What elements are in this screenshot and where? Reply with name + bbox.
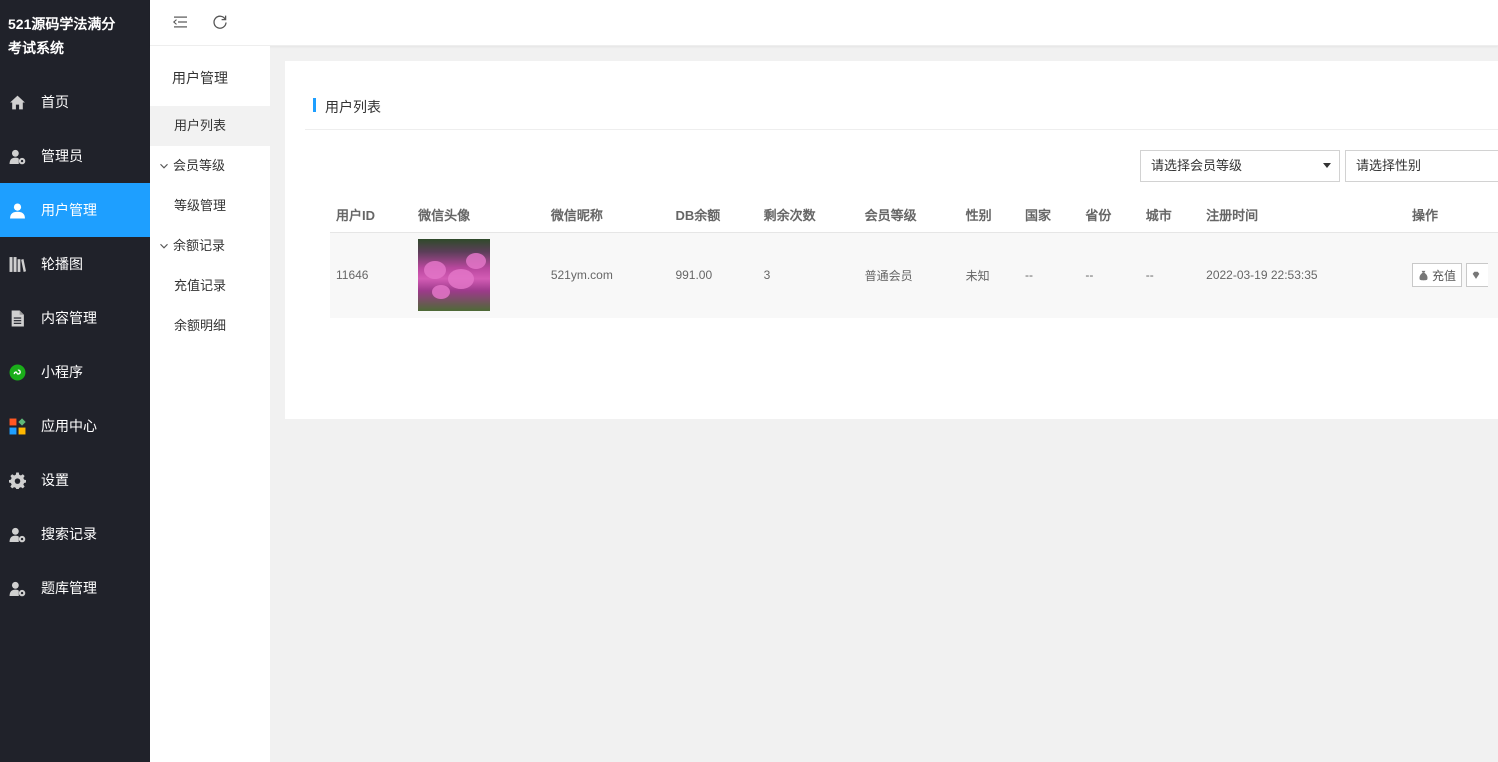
column-header-actions: 操作: [1405, 198, 1498, 233]
card-header: 用户列表: [305, 89, 1498, 130]
app-grid-icon: [8, 417, 26, 435]
avatar: [418, 239, 491, 312]
sidebar-item-app-center[interactable]: 应用中心: [0, 399, 150, 453]
sidebar-item-content[interactable]: 内容管理: [0, 291, 150, 345]
sidebar-item-label: 内容管理: [41, 310, 97, 326]
sidebar-item-label: 搜索记录: [41, 526, 97, 542]
submenu: 用户管理 用户列表 会员等级 等级管理 余额记录 充值记录 余额明细: [150, 46, 270, 762]
cell-level: 普通会员: [858, 232, 960, 318]
user-gear-icon: [8, 147, 26, 165]
chevron-down-icon: [159, 241, 169, 251]
cell-user-id: 11646: [330, 232, 413, 318]
library-icon: [8, 255, 26, 273]
sidebar-item-home[interactable]: 首页: [0, 75, 150, 129]
sidebar-item-label: 首页: [41, 94, 69, 110]
member-level-select[interactable]: 请选择会员等级: [1140, 150, 1340, 182]
user-gear-icon: [8, 525, 26, 543]
recharge-button[interactable]: 充值: [1411, 263, 1462, 288]
submenu-item-level-manage[interactable]: 等级管理: [150, 186, 270, 226]
sidebar-item-question-bank[interactable]: 题库管理: [0, 561, 150, 615]
submenu-item-balance-detail[interactable]: 余额明细: [150, 306, 270, 346]
home-icon: [8, 93, 26, 111]
card-title: 用户列表: [325, 99, 381, 115]
chevron-down-icon: [159, 161, 169, 171]
brand-title: 521源码学法满分 考试系统: [0, 0, 150, 75]
sidebar-item-label: 管理员: [41, 148, 83, 164]
money-bag-icon: [1419, 270, 1428, 281]
sidebar-item-label: 题库管理: [41, 580, 97, 596]
top-header: [150, 0, 1498, 46]
member-level-select-value: 请选择会员等级: [1151, 158, 1243, 173]
column-header-province: 省份: [1079, 198, 1140, 233]
diamond-icon: [1472, 271, 1480, 279]
mini-program-icon: [8, 363, 26, 381]
document-icon: [8, 309, 26, 327]
sidebar-item-label: 应用中心: [41, 418, 97, 434]
column-header-id: 用户ID: [330, 198, 413, 233]
cell-actions: 充值: [1405, 232, 1498, 318]
sidebar-item-users[interactable]: 用户管理: [0, 183, 150, 237]
cell-province: --: [1079, 232, 1140, 318]
brand-line-1: 521源码学法满分: [8, 16, 116, 32]
user-gear-icon: [8, 579, 26, 597]
submenu-group-member-level[interactable]: 会员等级: [150, 146, 270, 186]
cell-city: --: [1139, 232, 1201, 318]
column-header-remaining: 剩余次数: [757, 198, 859, 233]
sidebar-item-carousel[interactable]: 轮播图: [0, 237, 150, 291]
submenu-group-balance[interactable]: 余额记录: [150, 226, 270, 266]
sidebar-item-label: 用户管理: [41, 202, 97, 218]
column-header-balance: DB余额: [669, 198, 758, 233]
table-header-row: 用户ID 微信头像 微信昵称 DB余额 剩余次数 会员等级 性别 国家 省份 城…: [330, 198, 1498, 233]
submenu-group-label: 会员等级: [173, 158, 226, 173]
gear-icon: [8, 471, 26, 489]
column-header-avatar: 微信头像: [412, 198, 545, 233]
column-header-nickname: 微信昵称: [544, 198, 670, 233]
gender-select[interactable]: 请选择性别: [1345, 150, 1498, 182]
sidebar-item-label: 小程序: [41, 364, 83, 380]
title-accent-bar: [313, 98, 316, 112]
cell-country: --: [1018, 232, 1080, 318]
submenu-group-label: 余额记录: [173, 238, 226, 253]
collapse-menu-icon[interactable]: [170, 12, 190, 32]
column-header-level: 会员等级: [858, 198, 960, 233]
user-icon: [8, 201, 26, 219]
column-header-country: 国家: [1018, 198, 1080, 233]
user-table: 用户ID 微信头像 微信昵称 DB余额 剩余次数 会员等级 性别 国家 省份 城…: [330, 198, 1498, 318]
sidebar-item-label: 轮播图: [41, 256, 83, 272]
sidebar-item-label: 设置: [41, 472, 69, 488]
sidebar-item-admin[interactable]: 管理员: [0, 129, 150, 183]
refresh-icon[interactable]: [210, 12, 230, 32]
sidebar: 521源码学法满分 考试系统 首页 管理员 用户管理 轮播图 内容管理 小程序 …: [0, 0, 150, 762]
submenu-item-recharge-record[interactable]: 充值记录: [150, 266, 270, 306]
user-list-card: 用户列表 请选择会员等级 请选择性别 用户ID 微信头像 微信昵称 DB余额 剩…: [285, 61, 1498, 419]
cell-balance: 991.00: [669, 232, 758, 318]
sidebar-item-search-records[interactable]: 搜索记录: [0, 507, 150, 561]
level-button[interactable]: [1466, 263, 1488, 288]
cell-registered: 2022-03-19 22:53:35: [1200, 232, 1406, 318]
sidebar-item-settings[interactable]: 设置: [0, 453, 150, 507]
cell-gender: 未知: [959, 232, 1019, 318]
column-header-city: 城市: [1139, 198, 1201, 233]
submenu-item-user-list[interactable]: 用户列表: [150, 106, 270, 146]
caret-down-icon: [1323, 163, 1331, 168]
recharge-button-label: 充值: [1431, 268, 1456, 283]
cell-remaining: 3: [757, 232, 859, 318]
table-row: 11646 521ym.com 991.00 3 普通会员 未知 -- -- -…: [330, 232, 1498, 318]
cell-nickname: 521ym.com: [544, 232, 670, 318]
gender-select-value: 请选择性别: [1356, 158, 1422, 173]
brand-line-2: 考试系统: [8, 40, 64, 56]
cell-avatar: [412, 232, 545, 318]
column-header-registered: 注册时间: [1200, 198, 1406, 233]
submenu-title: 用户管理: [172, 70, 228, 86]
sidebar-item-mini-program[interactable]: 小程序: [0, 345, 150, 399]
column-header-gender: 性别: [959, 198, 1019, 233]
